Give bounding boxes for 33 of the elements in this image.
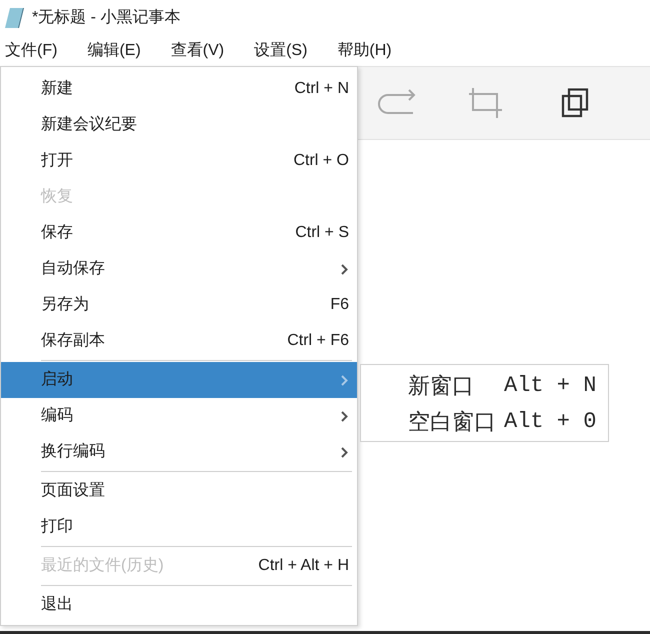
menu-item[interactable]: 空白窗口 Alt + 0 <box>361 403 608 439</box>
menu-item[interactable]: 保存副本 Ctrl + F6 <box>1 323 357 359</box>
window-title: *无标题 - 小黑记事本 <box>32 8 180 28</box>
shortcut-text: Ctrl + O <box>293 151 349 171</box>
menu-item[interactable]: 新建 Ctrl + N <box>1 71 357 107</box>
menu-bar-item[interactable]: 文件(F) <box>2 38 60 62</box>
menu-item[interactable]: 另存为 F6 <box>1 287 357 323</box>
menu-item[interactable]: 页面设置 <box>1 473 357 509</box>
menu-item[interactable]: 新建会议纪要 <box>1 107 357 143</box>
menu-item[interactable]: 打印 <box>1 509 357 545</box>
shortcut-text: Alt + N <box>504 372 596 400</box>
menu-bar-item[interactable]: 设置(S) <box>251 38 310 62</box>
shortcut-text: Ctrl + S <box>295 223 349 243</box>
crop-icon <box>469 87 503 119</box>
menu-bar-item[interactable]: 查看(V) <box>168 38 228 62</box>
menu-bar-item[interactable]: 帮助(H) <box>334 38 395 62</box>
shortcut-text: Ctrl + Alt + H <box>258 556 349 576</box>
menu-item[interactable]: 打开 Ctrl + O <box>1 143 357 179</box>
copy-icon <box>561 88 589 118</box>
shortcut-text: Alt + 0 <box>504 408 596 436</box>
shortcut-text: F6 <box>330 295 349 315</box>
shortcut-text: Ctrl + N <box>294 79 349 99</box>
redo-icon <box>377 89 417 117</box>
menu-item[interactable]: 新窗口 Alt + N <box>361 367 608 403</box>
shortcut-text: Ctrl + F6 <box>287 331 349 351</box>
menu-item[interactable]: 编码 <box>1 398 357 434</box>
menu-item[interactable]: 换行编码 <box>1 434 357 470</box>
notebook-icon <box>4 6 24 30</box>
menu-bar-item[interactable]: 编辑(E) <box>84 38 144 62</box>
menu-item[interactable]: 启动 <box>1 362 357 398</box>
menu-item[interactable]: 退出 <box>1 587 357 623</box>
menu-item[interactable]: 保存 Ctrl + S <box>1 215 357 251</box>
menu-item[interactable]: 自动保存 <box>1 251 357 287</box>
